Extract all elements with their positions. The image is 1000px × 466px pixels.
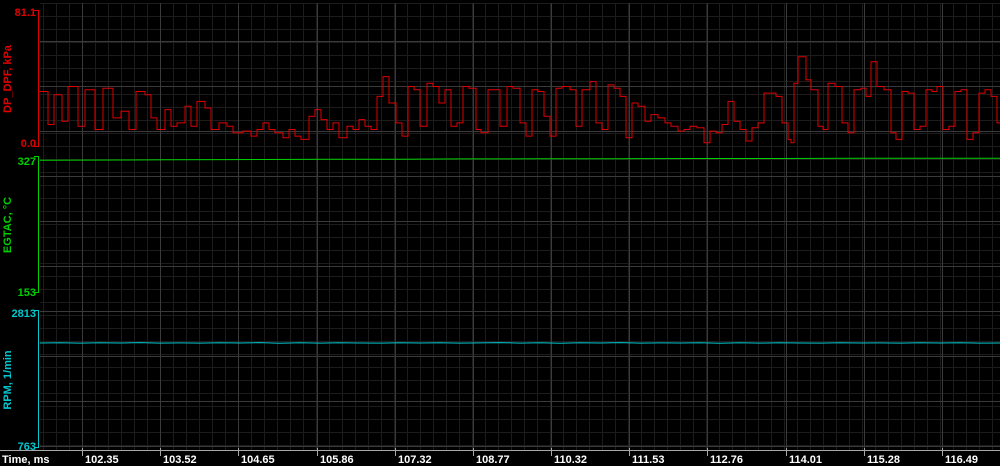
time-axis-title: Time, ms [2, 454, 50, 466]
time-tick-label: 116.49 [945, 454, 978, 466]
grid-minor [40, 3, 1000, 450]
time-tick-label: 102.35 [85, 454, 119, 466]
time-tick-label: 110.32 [554, 454, 587, 466]
rpm-axis-title: RPM, 1/min [2, 350, 14, 410]
time-tick-label: 104.65 [241, 454, 275, 466]
time-tick-label: 112.76 [710, 454, 743, 466]
time-tick-label: 107.32 [398, 454, 432, 466]
egtac-min-label: 153 [18, 287, 36, 299]
rpm-trace [40, 343, 1000, 344]
logger-chart: 81.1 0.0 DP_DPF, kPa 327 153 EGTAC, °C 2… [0, 0, 1000, 466]
rpm-min-label: 763 [18, 441, 36, 453]
egtac-axis-title: EGTAC, °C [2, 197, 14, 253]
time-tick-label: 103.52 [163, 454, 197, 466]
grid-major [40, 3, 1000, 450]
logger-chart-window: 81.1 0.0 DP_DPF, kPa 327 153 EGTAC, °C 2… [0, 0, 1000, 466]
time-tick-label: 108.77 [476, 454, 510, 466]
dp-dpf-max-label: 81.1 [15, 7, 36, 19]
time-tick-label: 115.28 [867, 454, 900, 466]
time-tick-label: 105.86 [320, 454, 354, 466]
dp-dpf-min-label: 0.0 [21, 138, 36, 150]
dp_dpf-trace [40, 57, 1000, 143]
dp-dpf-axis-title: DP_DPF, kPa [2, 44, 14, 113]
time-tick-label: 111.53 [632, 454, 664, 466]
time-tick-label: 114.01 [789, 454, 822, 466]
rpm-max-label: 2813 [12, 308, 36, 320]
egtac-max-label: 327 [18, 156, 36, 168]
signal-traces [40, 57, 1000, 343]
panel-axes [34, 10, 39, 448]
